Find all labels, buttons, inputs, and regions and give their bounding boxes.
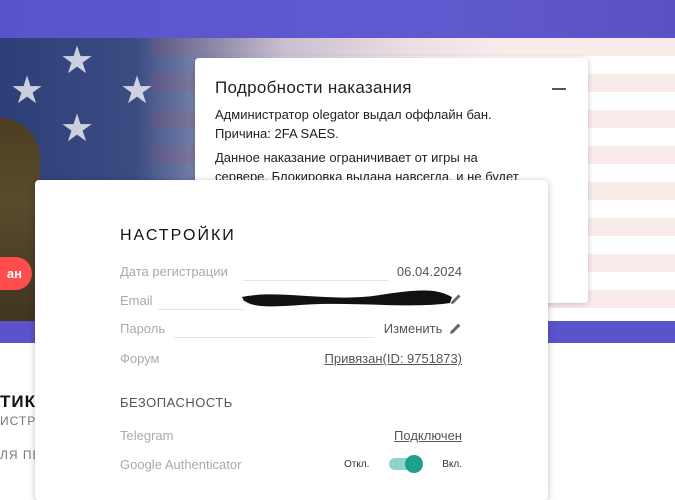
star-icon: ★ bbox=[60, 40, 95, 82]
telegram-row: Telegram Подключен bbox=[120, 428, 462, 448]
google-authenticator-row: Google Authenticator Откл. Вкл. bbox=[120, 455, 462, 477]
settings-title: НАСТРОЙКИ bbox=[120, 227, 236, 244]
google-authenticator-label: Google Authenticator bbox=[120, 457, 242, 472]
edit-email-button[interactable] bbox=[447, 291, 462, 306]
redacted-email-scribble bbox=[242, 290, 452, 307]
password-row: Пароль Изменить bbox=[120, 321, 462, 341]
toggle-on-label: Вкл. bbox=[442, 459, 462, 470]
telegram-link[interactable]: Подключен bbox=[394, 428, 462, 443]
email-row: Email bbox=[120, 290, 462, 313]
toggle-knob bbox=[405, 455, 423, 473]
pencil-icon bbox=[450, 323, 461, 334]
change-password-label: Изменить bbox=[383, 321, 443, 336]
change-password-button[interactable]: Изменить bbox=[384, 321, 462, 336]
forum-link[interactable]: Привязан(ID: 9751873) bbox=[325, 351, 463, 366]
registration-date-label: Дата регистрации bbox=[120, 264, 228, 279]
star-icon: ★ bbox=[120, 70, 155, 112]
background-section-title: ТИК bbox=[0, 392, 36, 411]
google-authenticator-toggle-group: Откл. Вкл. bbox=[344, 455, 462, 475]
password-label: Пароль bbox=[120, 321, 166, 336]
star-icon: ★ bbox=[60, 108, 95, 150]
settings-panel: НАСТРОЙКИ Дата регистрации 06.04.2024 Em… bbox=[35, 180, 548, 500]
punishment-title: Подробности наказания bbox=[215, 78, 412, 97]
security-section-title: БЕЗОПАСНОСТЬ bbox=[120, 395, 233, 410]
toggle-off-label: Откл. bbox=[344, 459, 370, 470]
google-authenticator-toggle[interactable] bbox=[389, 455, 423, 473]
registration-date-value: 06.04.2024 bbox=[396, 264, 462, 279]
minimize-icon[interactable] bbox=[552, 88, 566, 90]
row-divider bbox=[174, 337, 374, 338]
punishment-admin-line: Администратор olegator выдал оффлайн бан… bbox=[215, 107, 492, 141]
telegram-label: Telegram bbox=[120, 428, 174, 443]
player-avatar bbox=[0, 118, 40, 321]
email-label: Email bbox=[120, 293, 153, 308]
punishment-description: Администратор olegator выдал оффлайн бан… bbox=[215, 105, 575, 191]
forum-row: Форум Привязан(ID: 9751873) bbox=[120, 351, 462, 371]
ban-button[interactable]: ан bbox=[0, 257, 32, 290]
forum-label: Форум bbox=[120, 351, 160, 366]
registration-date-row: Дата регистрации 06.04.2024 bbox=[120, 264, 462, 284]
pencil-icon bbox=[451, 294, 461, 304]
star-icon: ★ bbox=[10, 70, 45, 112]
top-navigation-bar bbox=[0, 0, 675, 38]
row-divider bbox=[158, 309, 243, 310]
row-divider bbox=[243, 280, 388, 281]
